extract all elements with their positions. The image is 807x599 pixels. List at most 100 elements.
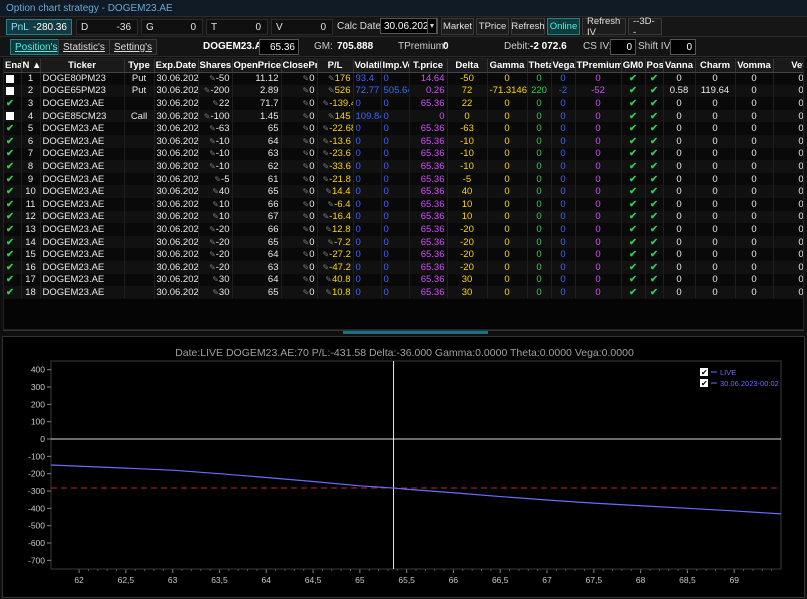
column-header-imp-vo[interactable]: Imp.Vo xyxy=(381,59,410,73)
edit-pencil-icon[interactable]: ✎ xyxy=(209,149,216,158)
edit-pencil-icon[interactable]: ✎ xyxy=(209,137,216,146)
table-row[interactable]: ✔5DOGEM23.AE30.06.2023✎-6365✎0✎-22.68006… xyxy=(4,122,803,135)
edit-pencil-icon[interactable]: ✎ xyxy=(209,225,216,234)
table-row[interactable]: ✔6DOGEM23.AE30.06.2023✎-1064✎0✎-13.60065… xyxy=(4,134,803,148)
edit-pencil-icon[interactable]: ✎ xyxy=(212,212,219,221)
column-header-tpremium[interactable]: TPremium xyxy=(575,59,622,73)
table-row[interactable]: ✔7DOGEM23.AE30.06.2023✎-1063✎0✎-23.60065… xyxy=(4,147,803,161)
online-button[interactable]: Online xyxy=(547,18,580,35)
column-header-volatili[interactable]: Volatili xyxy=(353,59,382,73)
tab-positions[interactable]: Position's xyxy=(10,39,63,55)
grid-horizontal-scrollbar[interactable] xyxy=(3,330,804,334)
column-header-pos[interactable]: Pos xyxy=(645,59,664,73)
enable-checkbox[interactable] xyxy=(4,84,22,98)
table-row[interactable]: 2DOGE65PM23Put30.06.2023✎-2002.89✎0✎5267… xyxy=(4,84,803,98)
enable-checkbox[interactable]: ✔ xyxy=(4,260,22,274)
enable-checkbox[interactable]: ✔ xyxy=(4,185,22,198)
edit-pencil-icon[interactable]: ✎ xyxy=(209,238,216,247)
enable-checkbox[interactable]: ✔ xyxy=(4,286,22,299)
chart-svg[interactable]: 400 300 200 100 0 -100 -200 -300 -400 -500 -600 -70… xyxy=(3,337,806,599)
column-header-delta[interactable]: Delta xyxy=(447,59,488,73)
enable-checkbox[interactable]: ✔ xyxy=(4,160,22,173)
edit-pencil-icon[interactable]: ✎ xyxy=(209,263,216,272)
column-header-vanna[interactable]: Vanna xyxy=(663,59,696,73)
column-header-gamma[interactable]: Gamma xyxy=(487,59,528,73)
cs-iv-input[interactable]: 0 xyxy=(610,39,636,55)
enable-checkbox[interactable]: ✔ xyxy=(4,97,22,110)
enable-checkbox[interactable] xyxy=(4,109,22,123)
column-header-p-l[interactable]: P/L xyxy=(317,59,354,73)
shift-iv-input[interactable]: 0 xyxy=(670,39,696,55)
column-header-n[interactable]: N ▲ xyxy=(21,59,41,73)
edit-pencil-icon[interactable]: ✎ xyxy=(209,250,216,259)
refresh-button[interactable]: Refresh xyxy=(511,18,545,35)
scrollbar-thumb[interactable] xyxy=(343,331,488,334)
enable-checkbox[interactable]: ✔ xyxy=(4,248,22,261)
table-row[interactable]: ✔8DOGEM23.AE30.06.2023✎-1062✎0✎-33.60065… xyxy=(4,160,803,173)
column-header-enal[interactable]: Enal xyxy=(4,59,22,73)
column-header-type[interactable]: Type xyxy=(124,59,155,73)
column-header-ticker[interactable]: Ticker xyxy=(40,59,125,73)
edit-pencil-icon[interactable]: ✎ xyxy=(325,288,332,297)
table-row[interactable]: 4DOGE85CM23Call30.06.2023✎-1001.45✎0✎145… xyxy=(4,109,803,123)
edit-pencil-icon[interactable]: ✎ xyxy=(328,86,335,95)
table-row[interactable]: ✔10DOGEM23.AE30.06.2023✎4065✎0✎14.40065.… xyxy=(4,185,803,198)
column-header-veta[interactable]: Veta xyxy=(773,59,803,73)
edit-pencil-icon[interactable]: ✎ xyxy=(212,187,219,196)
tprice-button[interactable]: TPrice xyxy=(476,18,509,35)
enable-checkbox[interactable] xyxy=(4,72,22,85)
enable-checkbox[interactable]: ✔ xyxy=(4,122,22,135)
column-header-vomma[interactable]: Vomma xyxy=(735,59,774,73)
column-header-charm[interactable]: Charm xyxy=(695,59,736,73)
3d-button[interactable]: --3D-- xyxy=(628,16,662,38)
edit-pencil-icon[interactable]: ✎ xyxy=(212,275,219,284)
table-row[interactable]: ✔16DOGEM23.AE30.06.2023✎-2063✎0✎-47.2006… xyxy=(4,260,803,274)
exp-value: 30.06.2023 xyxy=(156,135,198,147)
calc-date-dropdown-icon[interactable]: ▼ xyxy=(427,18,437,34)
column-header-t-price[interactable]: T.price xyxy=(409,59,448,73)
enable-checkbox[interactable]: ✔ xyxy=(4,134,22,148)
edit-pencil-icon[interactable]: ✎ xyxy=(325,275,332,284)
exp-value: 30.06.2023 xyxy=(156,274,198,286)
enable-checkbox[interactable]: ✔ xyxy=(4,235,22,249)
enable-checkbox[interactable]: ✔ xyxy=(4,197,22,211)
edit-pencil-icon[interactable]: ✎ xyxy=(328,112,335,121)
cell-shares: ✎10 xyxy=(198,210,233,224)
edit-pencil-icon[interactable]: ✎ xyxy=(209,162,216,171)
column-header-exp-date[interactable]: Exp.Date xyxy=(154,59,199,73)
column-header-closepri[interactable]: ClosePri xyxy=(281,59,318,73)
table-row[interactable]: ✔17DOGEM23.AE30.06.2023✎3064✎0✎40.80065.… xyxy=(4,273,803,287)
column-header-theta[interactable]: Theta xyxy=(527,59,552,73)
column-header-openprice[interactable]: OpenPrice xyxy=(232,59,282,73)
market-button[interactable]: Market xyxy=(441,18,474,35)
table-row[interactable]: ✔12DOGEM23.AE30.06.2023✎1067✎0✎-16.40065… xyxy=(4,210,803,224)
tab-statistics[interactable]: Statistic's xyxy=(58,39,110,55)
enable-checkbox[interactable]: ✔ xyxy=(4,273,22,287)
edit-pencil-icon[interactable]: ✎ xyxy=(209,124,216,133)
edit-pencil-icon[interactable]: ✎ xyxy=(328,74,335,83)
refresh-iv-button[interactable]: Refresh IV xyxy=(582,16,626,38)
table-row[interactable]: ✔11DOGEM23.AE30.06.2023✎1066✎0✎-6.40065.… xyxy=(4,197,803,211)
edit-pencil-icon[interactable]: ✎ xyxy=(212,200,219,209)
underlying-price-input[interactable]: 65.36 xyxy=(259,39,299,55)
table-row[interactable]: ✔3DOGEM23.AE30.06.2023✎2271.7✎0✎-139.480… xyxy=(4,97,803,110)
table-row[interactable]: 1DOGE80PM23Put30.06.2023✎-5011.12✎0✎1769… xyxy=(4,72,803,85)
tab-settings[interactable]: Setting's xyxy=(109,39,158,55)
edit-pencil-icon[interactable]: ✎ xyxy=(209,74,216,83)
edit-pencil-icon[interactable]: ✎ xyxy=(325,187,332,196)
enable-checkbox[interactable]: ✔ xyxy=(4,210,22,224)
column-header-vega[interactable]: Vega xyxy=(551,59,576,73)
enable-checkbox[interactable]: ✔ xyxy=(4,147,22,161)
enable-checkbox[interactable]: ✔ xyxy=(4,223,22,236)
table-row[interactable]: ✔9DOGEM23.AE30.06.2023✎-561✎0✎-21.80065.… xyxy=(4,172,803,186)
column-header-shares[interactable]: Shares xyxy=(198,59,233,73)
table-row[interactable]: ✔15DOGEM23.AE30.06.2023✎-2064✎0✎-27.2006… xyxy=(4,248,803,261)
column-header-gm0[interactable]: GM0 xyxy=(621,59,646,73)
edit-pencil-icon[interactable]: ✎ xyxy=(325,225,332,234)
table-row[interactable]: ✔18DOGEM23.AE30.06.2023✎3065✎0✎10.80065.… xyxy=(4,286,803,299)
edit-pencil-icon[interactable]: ✎ xyxy=(212,288,219,297)
edit-pencil-icon[interactable]: ✎ xyxy=(212,99,219,108)
table-row[interactable]: ✔13DOGEM23.AE30.06.2023✎-2066✎0✎12.80065… xyxy=(4,223,803,236)
table-row[interactable]: ✔14DOGEM23.AE30.06.2023✎-2065✎0✎-7.20065… xyxy=(4,235,803,249)
enable-checkbox[interactable]: ✔ xyxy=(4,172,22,186)
